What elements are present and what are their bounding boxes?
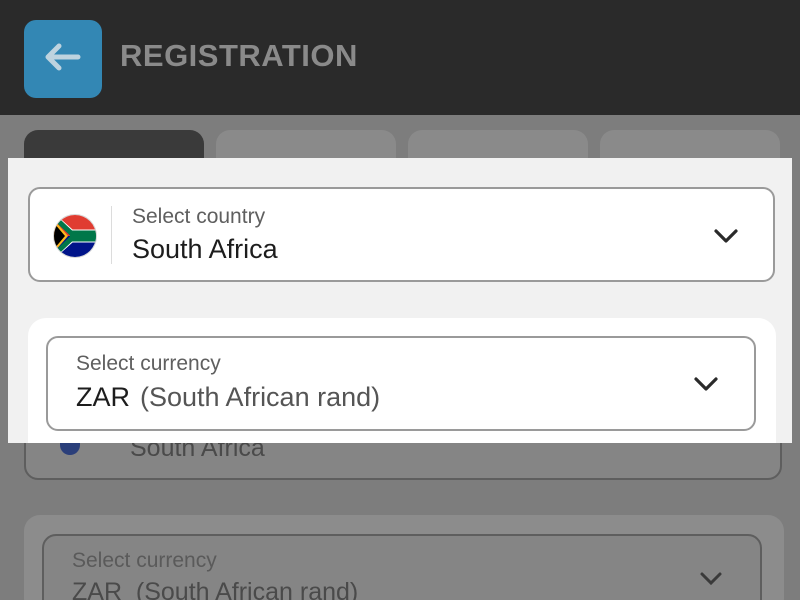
chevron-down-icon[interactable] bbox=[712, 222, 740, 250]
currency-name: (South African rand) bbox=[140, 382, 381, 412]
selection-panel: Select country South Africa Select curre… bbox=[8, 158, 792, 443]
currency-label: Select currency bbox=[76, 352, 221, 375]
chevron-down-icon[interactable] bbox=[692, 370, 720, 398]
bg-chevron-down-icon bbox=[698, 568, 724, 593]
country-select[interactable]: Select country South Africa bbox=[28, 187, 775, 282]
app-header: REGISTRATION bbox=[0, 0, 800, 115]
currency-code: ZAR bbox=[76, 382, 130, 412]
back-button[interactable] bbox=[24, 20, 102, 98]
arrow-left-icon bbox=[45, 43, 81, 76]
field-divider bbox=[111, 206, 112, 264]
currency-value: ZAR (South African rand) bbox=[76, 382, 380, 413]
south-africa-flag-icon bbox=[54, 215, 96, 257]
page-title: REGISTRATION bbox=[120, 38, 358, 73]
currency-card: Select currency ZAR (South African rand) bbox=[28, 318, 776, 443]
country-value: South Africa bbox=[132, 234, 278, 264]
country-label: Select country bbox=[132, 205, 266, 228]
currency-select[interactable]: Select currency ZAR (South African rand) bbox=[46, 336, 756, 431]
bg-currency-value: ZAR (South African rand) bbox=[72, 578, 359, 600]
bg-currency-label: Select currency bbox=[72, 549, 217, 572]
